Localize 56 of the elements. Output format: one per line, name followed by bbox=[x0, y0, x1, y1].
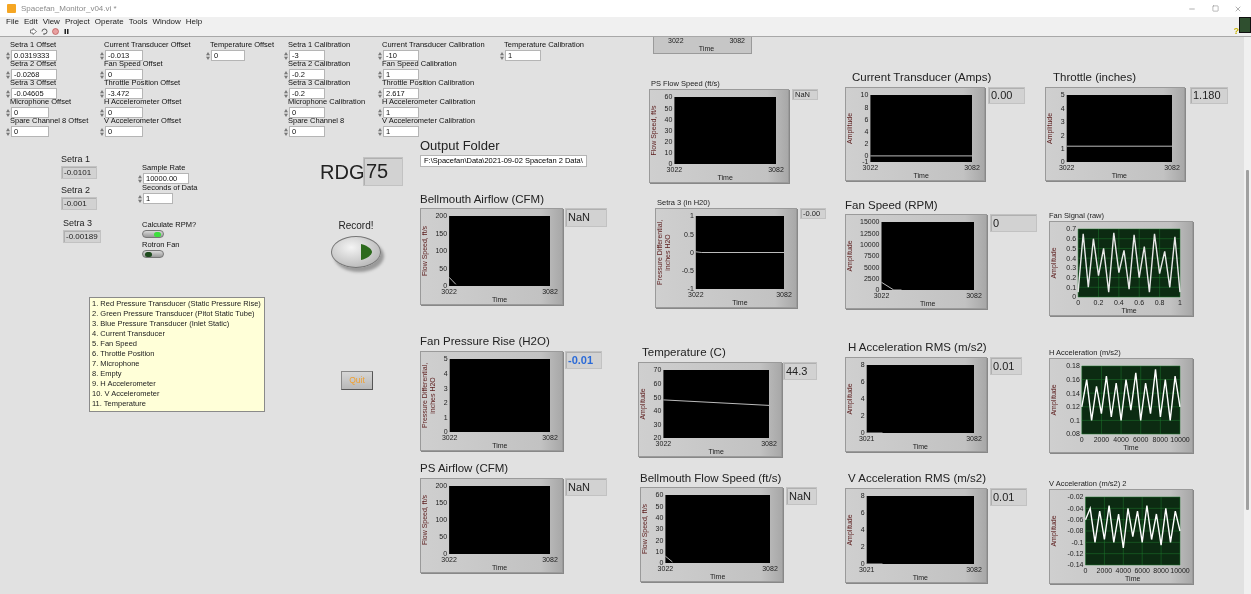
data-line bbox=[448, 276, 457, 285]
readout-value: NaN bbox=[568, 212, 590, 223]
menu-item[interactable]: Window bbox=[152, 17, 181, 27]
reading-label: RDG bbox=[320, 161, 365, 183]
abort-icon[interactable] bbox=[52, 28, 59, 35]
graph-title: Fan Pressure Rise (H2O) bbox=[420, 336, 550, 348]
toggle-switch[interactable] bbox=[142, 230, 164, 238]
indicator-label: Setra 3 bbox=[63, 219, 93, 228]
menu-item[interactable]: File bbox=[6, 17, 19, 27]
menu-item[interactable]: Operate bbox=[94, 17, 124, 27]
menu-item[interactable]: Tools bbox=[128, 17, 148, 27]
readout-value: NaN bbox=[789, 490, 811, 502]
readout-value: 0.01 bbox=[993, 491, 1015, 503]
data-line bbox=[881, 281, 902, 291]
graph-title: Bellmouth Flow Speed (ft/s) bbox=[640, 473, 782, 485]
scrollbar[interactable] bbox=[1244, 37, 1251, 594]
button-label: Record! bbox=[338, 221, 374, 231]
data-line bbox=[866, 563, 883, 565]
data-line bbox=[866, 432, 883, 434]
indicator-label: Setra 1 bbox=[61, 155, 91, 164]
window-title: Spacefan_Monitor_v04.vi * bbox=[21, 4, 118, 13]
graph-title: Throttle (inches) bbox=[1053, 72, 1137, 84]
vi-icon bbox=[1239, 17, 1251, 33]
record-button[interactable] bbox=[331, 236, 381, 268]
play-icon bbox=[361, 244, 372, 260]
toggle-switch[interactable] bbox=[142, 250, 164, 258]
readout-value: NaN bbox=[568, 481, 590, 493]
readout-value: 44.3 bbox=[786, 365, 808, 377]
menu-item[interactable]: Project bbox=[64, 17, 90, 27]
graph-title: PS Airflow (CFM) bbox=[420, 463, 509, 475]
app-icon bbox=[7, 4, 16, 13]
menu-item[interactable]: Help bbox=[185, 17, 203, 27]
graph-title: V Acceleration RMS (m/s2) bbox=[848, 473, 987, 485]
readout-value: -0.01 bbox=[568, 354, 594, 366]
numeric-readout: -0.001 bbox=[61, 197, 97, 210]
graph-title: Current Transducer (Amps) bbox=[852, 72, 992, 84]
run-arrow-icon[interactable] bbox=[30, 28, 37, 35]
data-line bbox=[664, 555, 673, 563]
graph-title: Temperature (C) bbox=[642, 347, 726, 359]
run-continuously-icon[interactable] bbox=[41, 28, 48, 35]
menu-item[interactable]: View bbox=[42, 17, 60, 27]
folder-label: Output Folder bbox=[420, 139, 500, 152]
menu-item[interactable]: Edit bbox=[23, 17, 38, 27]
scrollbar-thumb[interactable] bbox=[1246, 170, 1249, 510]
readout-value: 0.00 bbox=[991, 90, 1013, 101]
pause-icon[interactable] bbox=[63, 28, 70, 35]
reading-readout: 75 bbox=[363, 157, 403, 186]
graph-title: Fan Speed (RPM) bbox=[845, 200, 938, 212]
readout-value: 1.180 bbox=[1193, 90, 1221, 101]
graph-title: Bellmouth Airflow (CFM) bbox=[420, 194, 544, 206]
readout-value: 0 bbox=[993, 217, 1000, 229]
indicator-label: Setra 2 bbox=[61, 186, 91, 195]
graph-title: H Acceleration RMS (m/s2) bbox=[848, 342, 987, 354]
numeric-readout: -0.00189 bbox=[63, 230, 101, 243]
readout-value: 0.01 bbox=[993, 360, 1015, 372]
numeric-readout: -0.0101 bbox=[61, 166, 97, 179]
